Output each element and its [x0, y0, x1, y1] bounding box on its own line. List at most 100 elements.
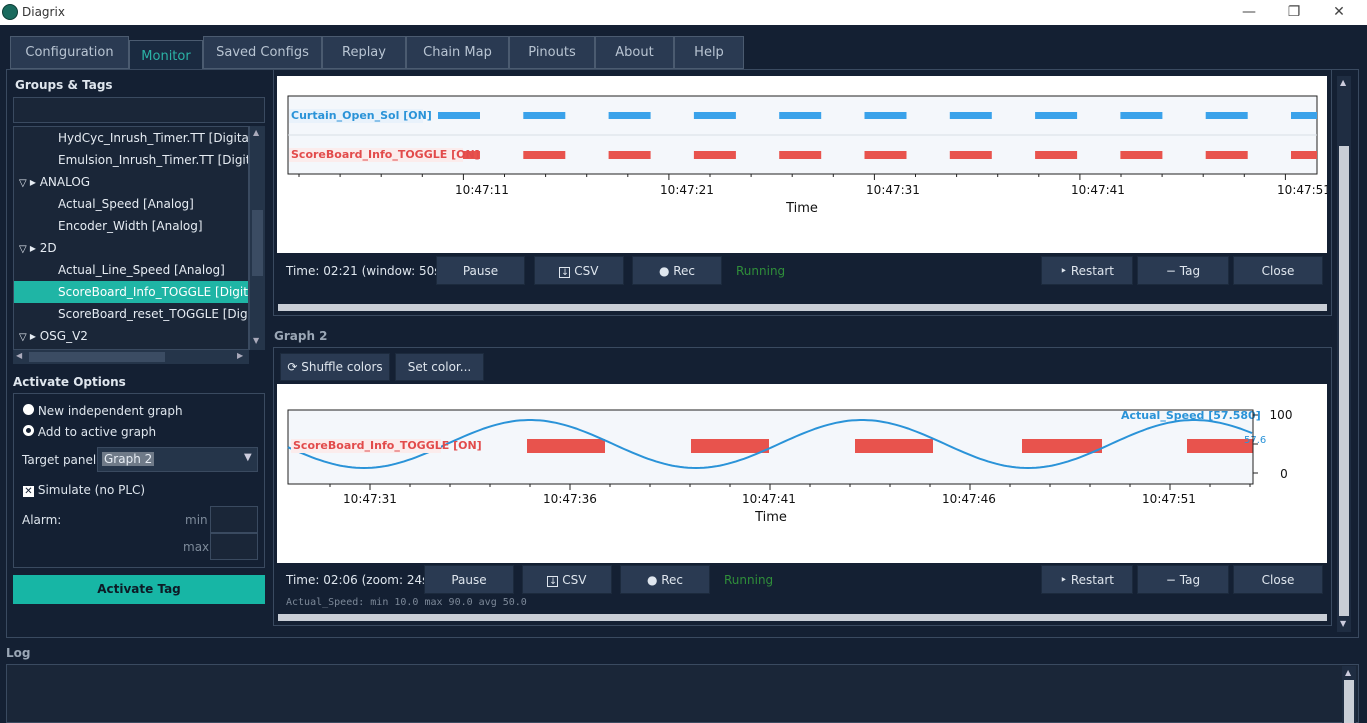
- tree-group-analog[interactable]: ▽ ▸ ANALOG: [14, 171, 248, 193]
- tree-item[interactable]: Actual_Line_Speed [Analog]: [14, 259, 248, 281]
- graph2-rec-button[interactable]: ● Rec: [620, 565, 710, 594]
- log-title: Log: [6, 646, 31, 660]
- tab-pinouts[interactable]: Pinouts: [509, 36, 595, 69]
- tree-group-2d[interactable]: ▽ ▸ 2D: [14, 237, 248, 259]
- tab-configuration[interactable]: Configuration: [10, 36, 129, 69]
- graph2-csv-button[interactable]: ↓ CSV: [522, 565, 612, 594]
- signal-bar: [1291, 151, 1317, 159]
- tab-monitor[interactable]: Monitor: [129, 40, 203, 70]
- x-tick: 10:47:36: [543, 492, 597, 506]
- graph2-remove-tag-button[interactable]: − Tag: [1137, 565, 1229, 594]
- target-panel-select[interactable]: Graph 2 ▼: [97, 447, 258, 472]
- close-window-button[interactable]: ✕: [1316, 0, 1362, 25]
- x-axis-ticks: [298, 174, 1286, 180]
- set-color-button[interactable]: Set color...: [395, 353, 484, 381]
- max-label: max: [183, 540, 210, 554]
- graph1-csv-button[interactable]: ↓ CSV: [534, 256, 624, 285]
- scroll-up-icon[interactable]: ▲: [1340, 78, 1346, 87]
- graph2-time-status: Time: 02:06 (zoom: 24s): [286, 573, 434, 587]
- graph2-restart-button[interactable]: ‣ Restart: [1041, 565, 1133, 594]
- expand-chevron-icon[interactable]: ▽: [14, 332, 30, 343]
- scroll-thumb[interactable]: [1339, 146, 1349, 616]
- radio-selected-icon[interactable]: [23, 425, 34, 436]
- radio-icon[interactable]: [23, 404, 34, 415]
- restore-button[interactable]: ❐: [1271, 0, 1317, 25]
- graph2-hscrollbar[interactable]: [278, 614, 1327, 621]
- graph2-pause-button[interactable]: Pause: [424, 565, 514, 594]
- graph1-hscrollbar[interactable]: [278, 304, 1327, 311]
- graph1-pause-button[interactable]: Pause: [436, 256, 525, 285]
- graph1-time-status: Time: 02:21 (window: 50s): [286, 264, 446, 278]
- graph1-rec-button[interactable]: ● Rec: [632, 256, 722, 285]
- x-axis-label: Time: [785, 201, 818, 216]
- tab-replay[interactable]: Replay: [322, 36, 406, 69]
- signal-bar: [438, 112, 480, 119]
- signal-bar: [527, 439, 605, 453]
- minimize-button[interactable]: —: [1226, 0, 1272, 25]
- graph2-stats: Actual_Speed: min 10.0 max 90.0 avg 50.0: [286, 597, 527, 608]
- tree-scrollbar[interactable]: ▲ ▼: [249, 126, 265, 350]
- scroll-thumb[interactable]: [1344, 680, 1354, 723]
- tree-item-selected[interactable]: ScoreBoard_Info_TOGGLE [Digital]: [14, 281, 248, 303]
- tree-hscrollbar[interactable]: ◀ ▶: [13, 350, 249, 364]
- graph2-title: Graph 2: [274, 329, 328, 343]
- scroll-down-icon[interactable]: ▼: [253, 336, 259, 345]
- monitor-scrollbar[interactable]: ▲ ▼: [1337, 76, 1351, 632]
- signal-bar: [949, 151, 992, 159]
- y-tick: 100: [1270, 408, 1293, 422]
- expand-chevron-icon[interactable]: ▽: [14, 244, 30, 255]
- legend-curtain: Curtain_Open_Sol [ON]: [291, 109, 432, 122]
- x-tick: 10:47:41: [742, 492, 796, 506]
- tag-search-input[interactable]: [13, 97, 265, 123]
- graph1-remove-tag-button[interactable]: − Tag: [1137, 256, 1229, 285]
- graph1-restart-button[interactable]: ‣ Restart: [1041, 256, 1133, 285]
- tree-item[interactable]: HydCyc_Inrush_Timer.TT [Digital]: [14, 127, 248, 149]
- signal-bar: [693, 151, 736, 159]
- scroll-right-icon[interactable]: ▶: [237, 351, 243, 360]
- y-tick: 0: [1280, 467, 1288, 481]
- graph1-close-button[interactable]: Close: [1233, 256, 1323, 285]
- shuffle-colors-button[interactable]: ⟳ Shuffle colors: [280, 353, 390, 381]
- graph1-plot[interactable]: Curtain_Open_Sol [ON] ScoreBoard_Info_TO…: [277, 76, 1331, 253]
- add-to-graph-radio[interactable]: Add to active graph: [23, 425, 156, 439]
- scroll-down-icon[interactable]: ▼: [1340, 619, 1346, 628]
- app-logo-icon: [2, 4, 18, 20]
- groups-tags-title: Groups & Tags: [15, 78, 113, 92]
- tree-item[interactable]: Emulsion_Inrush_Timer.TT [Digital]: [14, 149, 248, 171]
- checkbox-checked-icon[interactable]: ✕: [23, 486, 34, 497]
- dropdown-arrow-icon[interactable]: ▼: [244, 452, 252, 463]
- alarm-label: Alarm:: [22, 513, 62, 527]
- simulate-checkbox[interactable]: ✕ Simulate (no PLC): [23, 483, 145, 497]
- tab-saved-configs[interactable]: Saved Configs: [203, 36, 322, 69]
- tree-item[interactable]: Actual_Speed [Analog]: [14, 193, 248, 215]
- graph2-running-status: Running: [724, 573, 774, 587]
- tab-about[interactable]: About: [595, 36, 674, 69]
- tab-chain-map[interactable]: Chain Map: [406, 36, 509, 69]
- signal-bar: [1022, 439, 1102, 453]
- log-scrollbar[interactable]: ▲: [1342, 666, 1356, 723]
- new-graph-radio[interactable]: New independent graph: [23, 404, 183, 418]
- signal-bar: [864, 151, 907, 159]
- graph2-plot[interactable]: ScoreBoard_Info_TOGGLE [ON] Actual_Speed…: [277, 384, 1327, 563]
- tree-item[interactable]: Encoder_Width [Analog]: [14, 215, 248, 237]
- graph2-close-button[interactable]: Close: [1233, 565, 1323, 594]
- signal-bar: [1205, 112, 1248, 119]
- alarm-min-input[interactable]: [210, 506, 258, 533]
- tree-group-osg[interactable]: ▽ ▸ OSG_V2: [14, 325, 248, 347]
- scroll-thumb[interactable]: [252, 210, 263, 276]
- x-axis-label: Time: [754, 510, 787, 525]
- activate-tag-button[interactable]: Activate Tag: [13, 575, 265, 604]
- legend-scoreboard: ScoreBoard_Info_TOGGLE [ON]: [293, 439, 482, 452]
- alarm-max-input[interactable]: [210, 533, 258, 560]
- tree-item[interactable]: ScoreBoard_reset_TOGGLE [Digital]: [14, 303, 248, 325]
- tab-help[interactable]: Help: [674, 36, 744, 69]
- scroll-up-icon[interactable]: ▲: [1345, 668, 1351, 677]
- x-tick: 10:47:31: [866, 183, 920, 197]
- signal-bar: [779, 112, 822, 119]
- expand-chevron-icon[interactable]: ▽: [14, 178, 30, 189]
- signal-bar: [1035, 151, 1078, 159]
- scroll-up-icon[interactable]: ▲: [253, 128, 259, 137]
- signal-bar: [779, 151, 822, 159]
- hscroll-thumb[interactable]: [29, 352, 165, 362]
- scroll-left-icon[interactable]: ◀: [16, 351, 22, 360]
